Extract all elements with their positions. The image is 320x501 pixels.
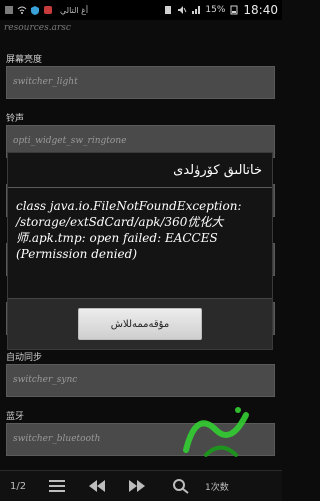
battery-icon (229, 5, 239, 15)
rewind-icon[interactable] (88, 478, 106, 494)
filename-label: resources.arsc (4, 23, 71, 33)
watermark-logo (176, 400, 262, 462)
confirm-button[interactable]: مۇقەممەللاش (78, 308, 202, 340)
wifi-icon (17, 5, 27, 15)
dialog-footer: مۇقەممەللاش (8, 298, 272, 349)
clock: 18:40 (243, 3, 278, 17)
app-notification-icon (4, 5, 14, 15)
page-indicator: 1/2 (10, 480, 27, 492)
notification-text: أغ التالي (60, 5, 89, 15)
sd-card-icon (163, 5, 173, 15)
row-label-sync: 自动同步 (6, 353, 43, 363)
search-count-text: 1次数 (205, 482, 229, 493)
field-switcher-light[interactable]: switcher_light (6, 66, 275, 99)
mute-icon (177, 5, 187, 15)
menu-lines-icon[interactable] (48, 478, 66, 494)
status-bar: أغ التالي 15% 18:40 (0, 0, 282, 20)
shield-icon (30, 5, 40, 15)
app-icon (43, 5, 53, 15)
search-icon[interactable] (172, 478, 190, 494)
row-label-ringtone: 铃声 (6, 114, 25, 124)
error-dialog: خاتالىق كۆرۈلدى class java.io.FileNotFou… (7, 152, 273, 350)
field-switcher-sync[interactable]: switcher_sync (6, 364, 275, 397)
dialog-title: خاتالىق كۆرۈلدى (8, 153, 272, 188)
dialog-message: class java.io.FileNotFoundException: /st… (16, 199, 242, 261)
row-label-brightness: 屏幕亮度 (6, 55, 43, 65)
row-label-bluetooth: 蓝牙 (6, 412, 25, 422)
bottom-toolbar: 1/2 1次数 (0, 470, 282, 501)
signal-icon (191, 5, 201, 15)
fast-forward-icon[interactable] (128, 478, 146, 494)
battery-percent: 15% (205, 5, 226, 15)
